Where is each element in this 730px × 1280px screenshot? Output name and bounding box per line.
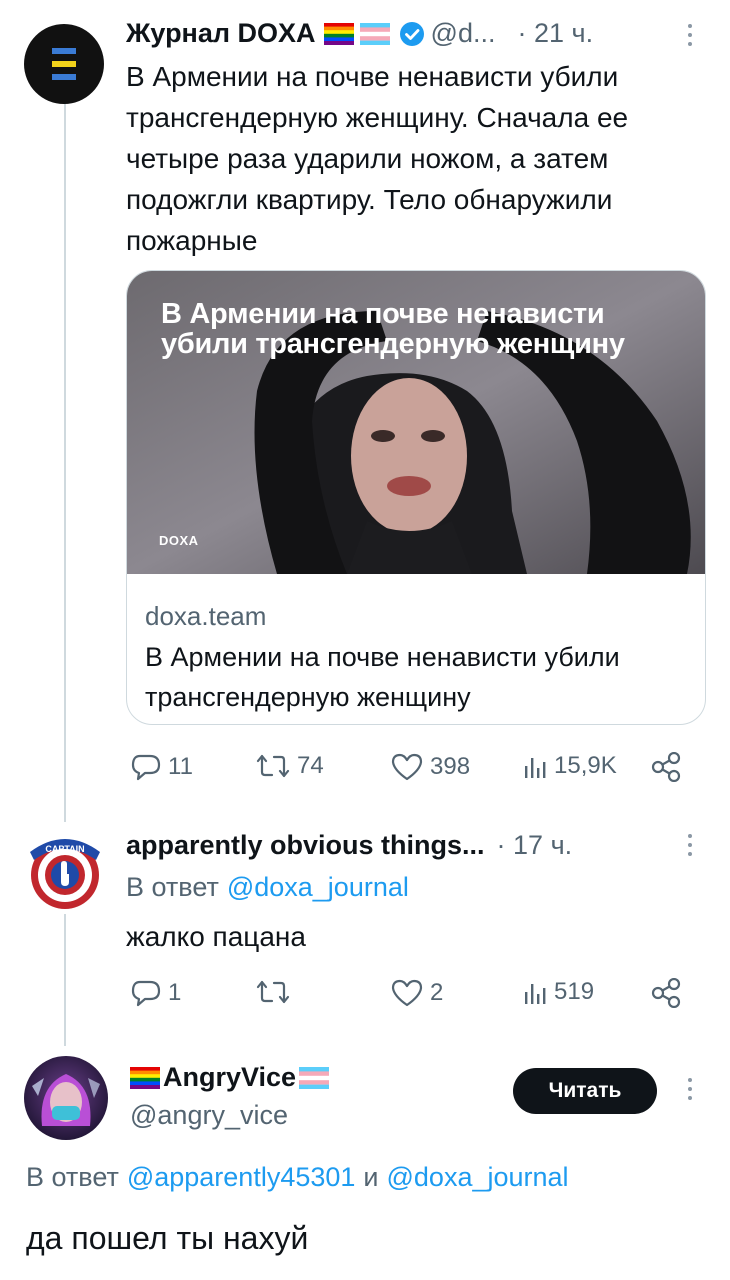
- author-name[interactable]: Журнал DOXA: [126, 18, 316, 49]
- reply-count: 1: [168, 979, 182, 1006]
- like-count: 398: [430, 753, 471, 780]
- trans-flag-icon: [359, 22, 390, 45]
- reply-icon: [131, 980, 161, 1007]
- more-icon[interactable]: [688, 1078, 694, 1100]
- link-card[interactable]: В Армении на почве ненависти убили транс…: [126, 270, 706, 725]
- more-icon[interactable]: [688, 834, 694, 856]
- reply-join: и: [363, 1162, 379, 1192]
- card-headline: В Армении на почве ненависти убили транс…: [161, 298, 625, 360]
- tweet-text: да пошел ты нахуй: [26, 1220, 309, 1256]
- retweet-button[interactable]: [255, 978, 297, 1006]
- mention-link[interactable]: @doxa_journal: [387, 1162, 569, 1193]
- doxa-logo-icon: [24, 24, 104, 104]
- retweet-icon: [256, 980, 290, 1004]
- views-count: 15,9K: [554, 752, 617, 779]
- card-image: В Армении на почве ненависти убили транс…: [127, 271, 705, 574]
- tweet-actions: 1 2 519: [130, 978, 690, 1012]
- author-handle[interactable]: @d...: [431, 18, 496, 49]
- views-count: 519: [554, 978, 595, 1005]
- retweet-count: 74: [297, 752, 324, 779]
- thread-line: [64, 914, 66, 1046]
- like-button[interactable]: 398: [390, 752, 470, 782]
- views-icon: [525, 984, 546, 1004]
- author-name[interactable]: AngryVice: [163, 1062, 296, 1093]
- handle-line: @angry_vice: [130, 1100, 288, 1131]
- reply-prefix: В ответ: [126, 872, 219, 902]
- reply-prefix: В ответ: [26, 1162, 119, 1192]
- share-button[interactable]: [650, 978, 682, 1008]
- share-button[interactable]: [650, 752, 682, 782]
- reply-button[interactable]: 11: [130, 752, 193, 782]
- tweet-header: AngryVice: [130, 1062, 332, 1093]
- reply-button[interactable]: 1: [130, 978, 181, 1008]
- author-handle[interactable]: @angry_vice: [130, 1100, 288, 1131]
- trans-flag-icon: [299, 1066, 330, 1089]
- card-logo: DOXA: [159, 533, 199, 548]
- tweet-time[interactable]: · 17 ч.: [497, 830, 573, 861]
- author-name[interactable]: apparently obvious things...: [126, 830, 485, 861]
- thread-line: [64, 102, 66, 822]
- tweet-text: жалко пацана: [126, 921, 306, 952]
- reply-count: 11: [168, 753, 193, 780]
- rainbow-flag-icon: [323, 22, 354, 45]
- tweet-time[interactable]: · 21 ч.: [517, 18, 593, 49]
- card-domain: doxa.team: [145, 601, 267, 631]
- views-icon: [525, 758, 546, 778]
- follow-button[interactable]: Читать: [513, 1068, 657, 1114]
- tweet-text: В Армении на почве ненависти убили транс…: [126, 61, 629, 256]
- like-button[interactable]: 2: [390, 978, 443, 1008]
- like-icon: [391, 753, 423, 781]
- avatar-doxa[interactable]: [24, 24, 104, 104]
- mention-link[interactable]: @apparently45301: [127, 1162, 356, 1193]
- tweet-header: apparently obvious things... · 17 ч.: [126, 830, 572, 861]
- like-icon: [391, 979, 423, 1007]
- retweet-button[interactable]: 74: [255, 752, 324, 780]
- angryvice-avatar-icon: [24, 1056, 108, 1140]
- share-icon: [651, 978, 681, 1008]
- card-title: В Армении на почве ненависти убили транс…: [145, 642, 620, 712]
- avatar-captain[interactable]: CAPTAIN: [24, 830, 106, 912]
- views-button[interactable]: 15,9K: [522, 752, 617, 780]
- views-button[interactable]: 519: [522, 978, 594, 1006]
- reply-context: В ответ @doxa_journal: [126, 872, 409, 903]
- rainbow-flag-icon: [130, 1066, 160, 1089]
- share-icon: [651, 752, 681, 782]
- avatar-angryvice[interactable]: [24, 1056, 108, 1140]
- avatar-caption: CAPTAIN: [45, 844, 84, 854]
- captain-shield-icon: CAPTAIN: [24, 830, 106, 912]
- reply-context: В ответ @apparently45301 и @doxa_journal: [26, 1162, 569, 1193]
- retweet-icon: [256, 754, 290, 778]
- like-count: 2: [430, 979, 444, 1006]
- mention-link[interactable]: @doxa_journal: [227, 872, 409, 903]
- reply-icon: [131, 754, 161, 781]
- tweet-actions: 11 74 398 15,9K: [130, 752, 690, 786]
- more-icon[interactable]: [688, 24, 694, 46]
- tweet-header: Журнал DOXA @d... · 21 ч.: [126, 18, 593, 49]
- verified-icon: [399, 21, 425, 47]
